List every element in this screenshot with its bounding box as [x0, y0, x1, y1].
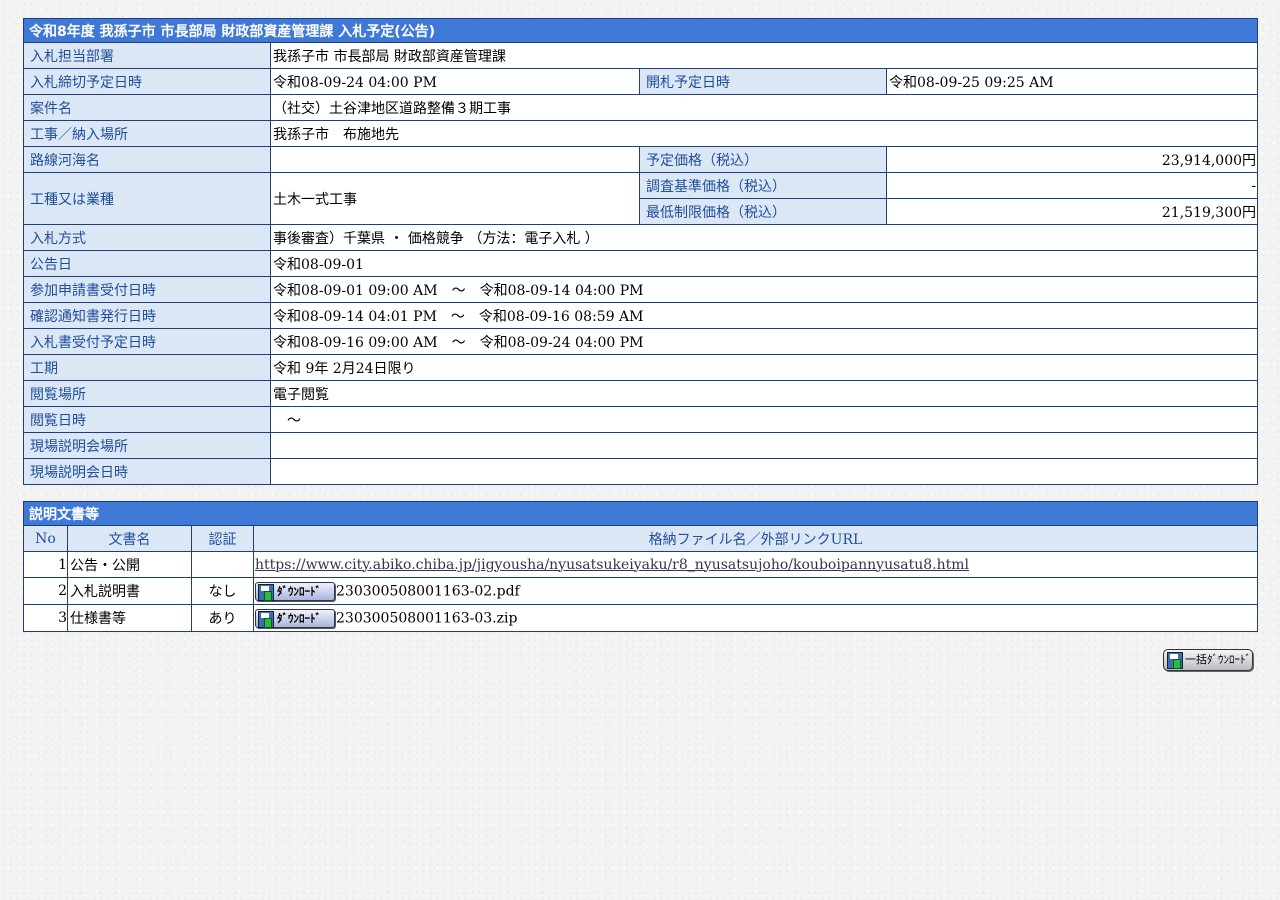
bid-info-table: 令和8年度 我孫子市 市長部局 財政部資産管理課 入札予定(公告) 入札担当部署… — [22, 18, 1259, 485]
site-briefing-date-value — [269, 458, 1259, 485]
documents-table: 説明文書等 No 文書名 認証 格納ファイル名／外部リンクURL 1 公告・公開… — [23, 501, 1258, 632]
price-label: 予定価格（税込） — [639, 146, 887, 173]
row-doc-name: 仕様書等 — [67, 604, 192, 632]
deadline-value: 令和08-09-24 04:00 PM — [270, 68, 640, 95]
download-button-label: ﾀﾞｳﾝﾛｰﾄﾞ — [277, 611, 321, 625]
notice-external-link[interactable]: https://www.city.abiko.chiba.jp/jigyoush… — [255, 557, 969, 573]
file-name: 230300508001163-02.pdf — [336, 583, 520, 599]
floppy-download-icon — [258, 583, 274, 601]
category-value: 土木一式工事 — [270, 172, 640, 225]
bulk-download-label: 一括ﾀﾞｳﾝﾛｰﾄﾞ — [1185, 653, 1251, 666]
category-label: 工種又は業種 — [23, 172, 271, 225]
project-value: （社交）土谷津地区道路整備３期工事 — [269, 94, 1259, 121]
table-row: 3 仕様書等 あり ﾀﾞｳﾝﾛｰﾄﾞ 230300508001163-03.zip — [23, 604, 1258, 632]
row-auth — [191, 551, 254, 578]
apply-period-value: 令和08-09-01 09:00 AM ～ 令和08-09-14 04:00 P… — [269, 276, 1259, 303]
deadline-label: 入札締切予定日時 — [23, 68, 271, 95]
route-value — [270, 146, 640, 173]
row-auth: なし — [191, 577, 254, 605]
opening-value: 令和08-09-25 09:25 AM — [885, 68, 1259, 95]
view-place-value: 電子閲覧 — [269, 380, 1259, 407]
row-no: 1 — [23, 551, 68, 578]
notice-date-value: 令和08-09-01 — [269, 250, 1259, 277]
survey-price-value: - — [885, 172, 1259, 199]
place-value: 我孫子市 布施地先 — [269, 120, 1259, 147]
download-button[interactable]: ﾀﾞｳﾝﾛｰﾄﾞ — [255, 581, 335, 601]
col-header-auth: 認証 — [191, 525, 254, 552]
site-briefing-date-label: 現場説明会日時 — [23, 458, 271, 485]
documents-title: 説明文書等 — [23, 501, 1258, 526]
work-period-label: 工期 — [23, 354, 271, 381]
row-file: ﾀﾞｳﾝﾛｰﾄﾞ 230300508001163-03.zip — [253, 604, 1258, 632]
receive-period-value: 令和08-09-16 09:00 AM ～ 令和08-09-24 04:00 P… — [269, 328, 1259, 355]
site-briefing-place-label: 現場説明会場所 — [23, 432, 271, 459]
confirm-period-value: 令和08-09-14 04:01 PM ～ 令和08-09-16 08:59 A… — [269, 302, 1259, 329]
row-file: ﾀﾞｳﾝﾛｰﾄﾞ 230300508001163-02.pdf — [253, 577, 1258, 605]
table-row: 1 公告・公開 https://www.city.abiko.chiba.jp/… — [23, 551, 1258, 578]
row-doc-name: 入札説明書 — [67, 577, 192, 605]
row-file: https://www.city.abiko.chiba.jp/jigyoush… — [253, 551, 1258, 578]
row-no: 2 — [23, 577, 68, 605]
site-briefing-place-value — [269, 432, 1259, 459]
confirm-period-label: 確認通知書発行日時 — [23, 302, 271, 329]
apply-period-label: 参加申請書受付日時 — [23, 276, 271, 303]
work-period-value: 令和 9年 2月24日限り — [269, 354, 1259, 381]
receive-period-label: 入札書受付予定日時 — [23, 328, 271, 355]
dept-label: 入札担当部署 — [23, 42, 271, 69]
project-label: 案件名 — [23, 94, 271, 121]
col-header-file: 格納ファイル名／外部リンクURL — [253, 525, 1258, 552]
dept-value: 我孫子市 市長部局 財政部資産管理課 — [269, 42, 1259, 69]
row-auth: あり — [191, 604, 254, 632]
row-doc-name: 公告・公開 — [67, 551, 192, 578]
floppy-download-icon — [258, 610, 274, 628]
download-button[interactable]: ﾀﾞｳﾝﾛｰﾄﾞ — [255, 608, 335, 628]
route-label: 路線河海名 — [23, 146, 271, 173]
min-price-value: 21,519,300円 — [885, 198, 1259, 225]
min-price-label: 最低制限価格（税込） — [639, 198, 887, 225]
view-date-value: ～ — [269, 406, 1259, 433]
bid-info-title: 令和8年度 我孫子市 市長部局 財政部資産管理課 入札予定(公告) — [22, 18, 1259, 43]
view-place-label: 閲覧場所 — [23, 380, 271, 407]
place-label: 工事／納入場所 — [23, 120, 271, 147]
col-header-no: No — [23, 525, 68, 552]
floppy-download-icon — [1167, 652, 1183, 669]
price-value: 23,914,000円 — [885, 146, 1259, 173]
method-value: 事後審査）千葉県 ・ 価格競争 （方法：電子入札 ） — [269, 224, 1259, 251]
view-date-label: 閲覧日時 — [23, 406, 271, 433]
survey-price-label: 調査基準価格（税込） — [639, 172, 887, 199]
file-name: 230300508001163-03.zip — [336, 610, 518, 626]
notice-date-label: 公告日 — [23, 250, 271, 277]
method-label: 入札方式 — [23, 224, 271, 251]
row-no: 3 — [23, 604, 68, 632]
bulk-download-button[interactable]: 一括ﾀﾞｳﾝﾛｰﾄﾞ — [1163, 649, 1253, 671]
opening-label: 開札予定日時 — [639, 68, 887, 95]
table-row: 2 入札説明書 なし ﾀﾞｳﾝﾛｰﾄﾞ 230300508001163-02.pd… — [23, 577, 1258, 605]
col-header-doc-name: 文書名 — [67, 525, 192, 552]
download-button-label: ﾀﾞｳﾝﾛｰﾄﾞ — [277, 584, 321, 598]
